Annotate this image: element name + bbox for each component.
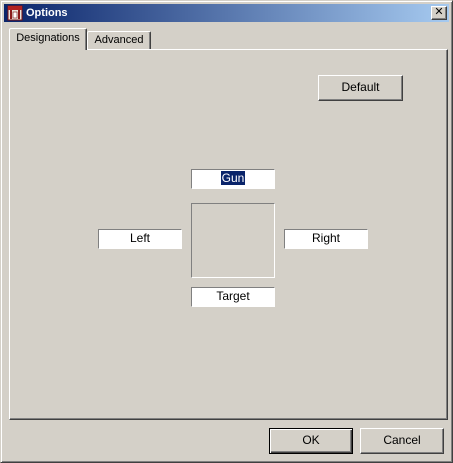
tab-advanced-label: Advanced (94, 34, 144, 46)
close-button[interactable]: ✕ (431, 6, 447, 20)
left-designation-field[interactable]: Left (98, 229, 182, 249)
cancel-button-label: Cancel (383, 433, 421, 447)
right-designation-value: Right (311, 231, 340, 245)
top-designation-value: Gun (220, 171, 246, 185)
bottom-designation-field[interactable]: Target (191, 287, 275, 307)
ok-button[interactable]: OK (269, 428, 353, 454)
designations-panel: Default Gun Left Right Target (9, 49, 448, 420)
designation-preview-box (191, 203, 275, 278)
bottom-designation-value: Target (216, 289, 250, 303)
top-designation-field[interactable]: Gun (191, 169, 275, 189)
default-button-label: Default (341, 80, 380, 94)
ok-button-label: OK (302, 433, 320, 447)
close-icon: ✕ (434, 6, 444, 18)
cancel-button[interactable]: Cancel (360, 428, 444, 454)
window-title: Options (26, 7, 68, 19)
title-bar[interactable]: Options ✕ (4, 4, 449, 22)
right-designation-field[interactable]: Right (284, 229, 368, 249)
tab-designations-label: Designations (16, 32, 80, 44)
default-button[interactable]: Default (318, 75, 403, 101)
left-designation-value: Left (129, 231, 150, 245)
options-dialog: Options ✕ Designations Advanced Default … (0, 0, 453, 463)
tab-designations[interactable]: Designations (9, 28, 87, 50)
options-window-icon[interactable] (7, 5, 23, 21)
tab-advanced[interactable]: Advanced (87, 31, 151, 50)
